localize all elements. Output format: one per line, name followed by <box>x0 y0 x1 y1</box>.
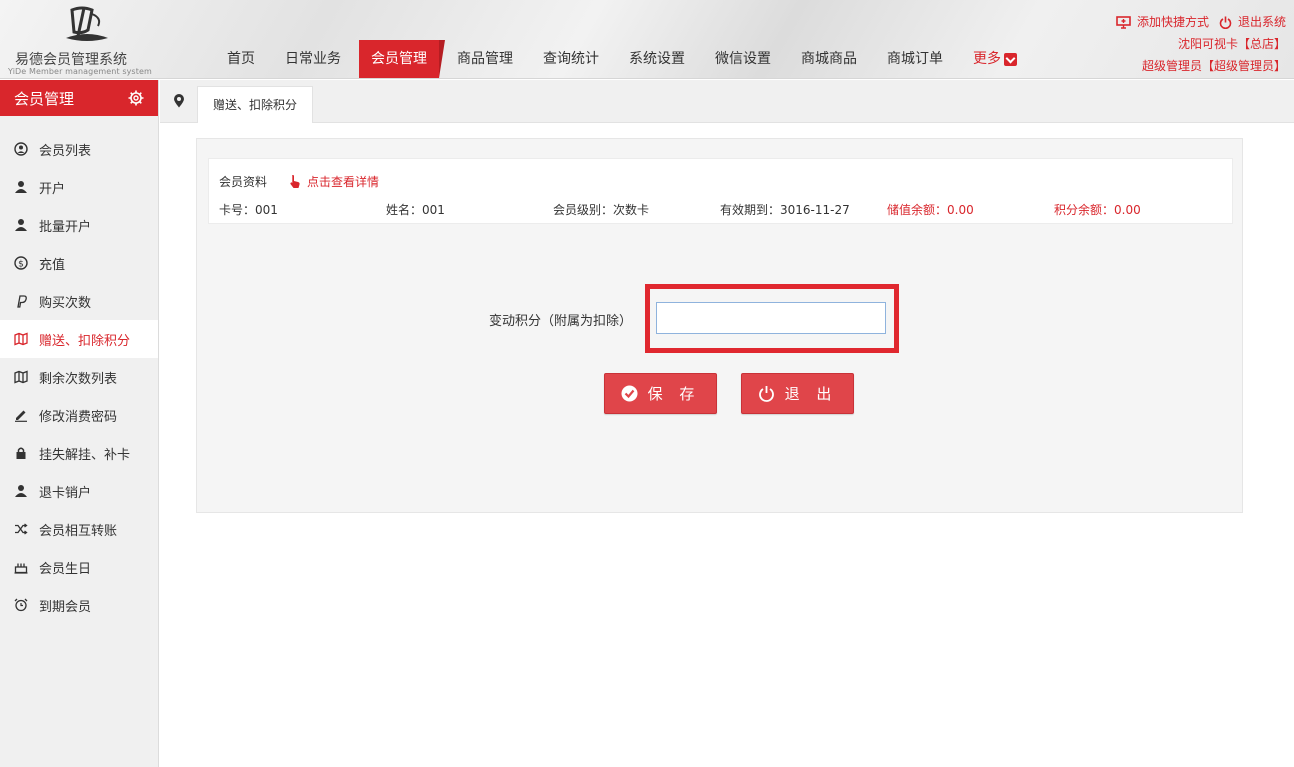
nav-mall-products[interactable]: 商城商品 <box>789 40 869 78</box>
cake-icon <box>14 560 28 574</box>
sidebar: 会员管理 会员列表 开户 批量开户 $ 充值 购买次数 赠送、扣除积分 剩余次数… <box>0 80 159 767</box>
add-shortcut-label: 添加快捷方式 <box>1136 15 1209 29</box>
tab-points[interactable]: 赠送、扣除积分 <box>197 86 314 123</box>
sidebar-item-member-list[interactable]: 会员列表 <box>0 130 158 168</box>
sidebar-item-buy-times[interactable]: 购买次数 <box>0 282 158 320</box>
sidebar-item-remaining-times[interactable]: 剩余次数列表 <box>0 358 158 396</box>
points-change-label: 变动积分（附属为扣除） <box>489 314 633 329</box>
power-icon <box>1219 16 1232 29</box>
sidebar-header: 会员管理 <box>0 80 158 116</box>
sidebar-item-expired[interactable]: 到期会员 <box>0 586 158 624</box>
sidebar-item-label: 修改消费密码 <box>39 409 118 425</box>
sidebar-item-label: 批量开户 <box>39 219 92 235</box>
sidebar-item-close-account[interactable]: 退卡销户 <box>0 472 158 510</box>
logo-title: 易德会员管理系统 <box>15 52 127 68</box>
logo-subtitle: YiDe Member management system <box>8 67 152 76</box>
expiry-date: 有效期到：3016-11-27 <box>720 203 850 217</box>
nav-system-settings[interactable]: 系统设置 <box>617 40 697 78</box>
nav-daily-business[interactable]: 日常业务 <box>273 40 353 78</box>
sidebar-menu: 会员列表 开户 批量开户 $ 充值 购买次数 赠送、扣除积分 剩余次数列表 修改 <box>0 130 158 624</box>
user-icon <box>14 218 28 232</box>
nav-member-management[interactable]: 会员管理 <box>359 40 445 78</box>
logo[interactable]: 易德会员管理系统 YiDe Member management system <box>6 2 156 77</box>
exit-button[interactable]: 退 出 <box>741 373 854 414</box>
nav-more[interactable]: 更多 <box>961 40 1029 78</box>
user-role: 超级管理员【超级管理员】 <box>1141 59 1286 73</box>
points-balance: 积分余额：0.00 <box>1054 203 1141 217</box>
check-circle-icon <box>621 385 638 402</box>
lock-icon <box>14 446 28 460</box>
logout-label: 退出系统 <box>1237 15 1286 29</box>
sidebar-item-label: 会员相互转账 <box>39 523 118 539</box>
sidebar-item-transfer[interactable]: 会员相互转账 <box>0 510 158 548</box>
nav-mall-orders[interactable]: 商城订单 <box>875 40 955 78</box>
sidebar-item-label: 会员生日 <box>39 561 92 577</box>
map-icon <box>14 332 28 346</box>
sidebar-item-label: 赠送、扣除积分 <box>39 333 131 349</box>
sidebar-title: 会员管理 <box>14 89 75 108</box>
sidebar-item-label: 到期会员 <box>39 599 92 615</box>
monitor-icon <box>1116 15 1131 29</box>
sidebar-item-report-loss[interactable]: 挂失解挂、补卡 <box>0 434 158 472</box>
member-info-title: 会员资料 <box>219 175 268 189</box>
header-user-area: 添加快捷方式 退出系统 沈阳可视卡【总店】 超级管理员【超级管理员】 <box>1116 11 1286 77</box>
sidebar-item-open-account[interactable]: 开户 <box>0 168 158 206</box>
user-icon <box>14 484 28 498</box>
pencil-icon <box>14 408 28 422</box>
view-details-label: 点击查看详情 <box>307 175 380 189</box>
sidebar-item-points[interactable]: 赠送、扣除积分 <box>0 320 158 358</box>
card-number: 卡号：001 <box>219 203 278 217</box>
nav-product-management[interactable]: 商品管理 <box>445 40 525 78</box>
sidebar-item-label: 会员列表 <box>39 143 92 159</box>
points-change-input[interactable] <box>656 302 886 334</box>
add-shortcut-link[interactable]: 添加快捷方式 <box>1116 11 1209 33</box>
store-name: 沈阳可视卡【总店】 <box>1177 37 1286 51</box>
main-panel: 会员资料 点击查看详情 卡号：001 姓名：001 会员级别：次数卡 有效期到：… <box>196 138 1243 513</box>
chevron-down-icon <box>1004 52 1017 66</box>
hand-pointer-icon <box>290 174 300 188</box>
nav-more-label: 更多 <box>973 51 1001 67</box>
power-icon <box>758 386 774 402</box>
tab-bar: 赠送、扣除积分 <box>160 80 1294 123</box>
member-info-box: 会员资料 点击查看详情 卡号：001 姓名：001 会员级别：次数卡 有效期到：… <box>208 158 1233 224</box>
gear-icon[interactable] <box>128 90 144 106</box>
sidebar-item-label: 退卡销户 <box>39 485 92 501</box>
sidebar-item-birthday[interactable]: 会员生日 <box>0 548 158 586</box>
sidebar-item-recharge[interactable]: $ 充值 <box>0 244 158 282</box>
main-nav: 首页 日常业务 会员管理 商品管理 查询统计 系统设置 微信设置 商城商品 商城… <box>215 40 1035 79</box>
user-icon <box>14 180 28 194</box>
alarm-clock-icon <box>14 598 28 612</box>
stored-balance: 储值余额：0.00 <box>887 203 974 217</box>
member-level: 会员级别：次数卡 <box>553 203 650 217</box>
sidebar-item-label: 充值 <box>39 257 66 273</box>
top-header: 易德会员管理系统 YiDe Member management system 首… <box>0 0 1294 79</box>
sidebar-item-label: 挂失解挂、补卡 <box>39 447 131 463</box>
location-pin-icon <box>174 94 184 108</box>
view-details-link[interactable]: 点击查看详情 <box>289 173 379 190</box>
member-name: 姓名：001 <box>386 203 445 217</box>
sidebar-item-label: 购买次数 <box>39 295 92 311</box>
paypal-icon <box>14 294 28 308</box>
nav-home[interactable]: 首页 <box>215 40 267 78</box>
map-icon <box>14 370 28 384</box>
sidebar-item-label: 开户 <box>39 181 66 197</box>
save-button[interactable]: 保 存 <box>604 373 717 414</box>
shuffle-icon <box>14 522 28 536</box>
user-circle-icon <box>14 142 28 156</box>
exit-button-label: 退 出 <box>784 385 838 403</box>
logout-link[interactable]: 退出系统 <box>1219 11 1286 33</box>
logo-mark-icon <box>66 6 108 41</box>
nav-wechat-settings[interactable]: 微信设置 <box>703 40 783 78</box>
save-button-label: 保 存 <box>647 385 701 403</box>
sidebar-item-change-password[interactable]: 修改消费密码 <box>0 396 158 434</box>
coin-icon: $ <box>14 256 28 270</box>
svg-text:$: $ <box>18 260 24 270</box>
nav-query-statistics[interactable]: 查询统计 <box>531 40 611 78</box>
sidebar-item-batch-open[interactable]: 批量开户 <box>0 206 158 244</box>
sidebar-item-label: 剩余次数列表 <box>39 371 118 387</box>
